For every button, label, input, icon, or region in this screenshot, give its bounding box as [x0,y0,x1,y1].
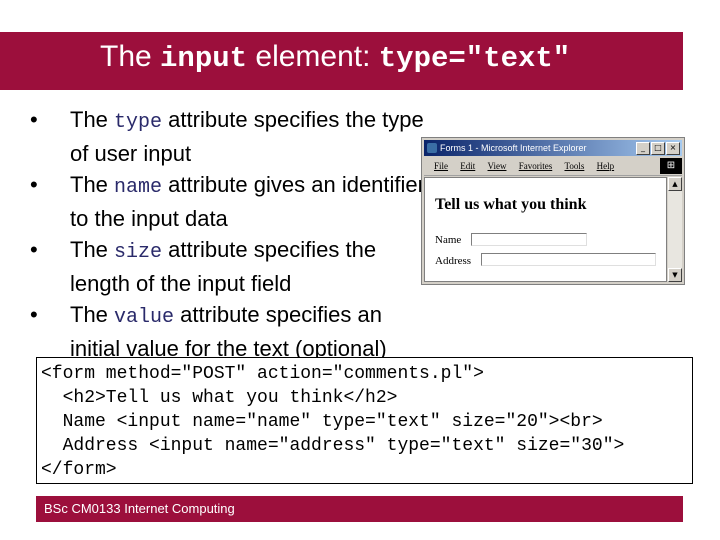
bullet-icon: • [30,172,38,197]
bullet-item: • The size attribute specifies the length… [30,234,430,299]
bullet-icon: • [30,107,38,132]
name-field[interactable] [471,233,587,246]
browser-title: Forms 1 - Microsoft Internet Explorer [440,143,587,153]
slide-title: The input element: type="text" [100,40,570,84]
bullet-text: The [70,237,115,262]
title-code-input: input [160,42,248,75]
menu-view[interactable]: View [488,161,507,171]
code-line: <form method="POST" action="comments.pl"… [41,364,484,384]
browser-titlebar: Forms 1 - Microsoft Internet Explorer _ … [424,140,682,156]
windows-logo-icon: ⊞ [660,158,682,174]
menu-help[interactable]: Help [597,161,615,171]
code-line: Name <input name="name" type="text" size… [41,412,603,432]
browser-content: Tell us what you think Name Address [424,177,667,282]
scroll-down-icon[interactable]: ▼ [668,268,682,282]
bullet-code: type [114,111,163,134]
browser-menubar: File Edit View Favorites Tools Help ⊞ [424,157,682,176]
code-line: </form> [41,460,117,480]
bullet-icon: • [30,302,38,327]
window-controls: _ □ × [636,142,680,155]
title-code-type: type="text" [378,42,571,75]
menu-favorites[interactable]: Favorites [519,161,553,171]
page-heading: Tell us what you think [435,196,587,213]
bullet-item: • The value attribute specifies an initia… [30,299,430,364]
browser-scrollbar[interactable]: ▲ ▼ [668,177,682,282]
maximize-icon[interactable]: □ [651,142,665,155]
address-field[interactable] [481,253,656,266]
menu-file[interactable]: File [434,161,448,171]
footer-text: BSc CM0133 Internet Computing [44,501,235,516]
address-label: Address [435,255,472,267]
ie-icon [427,143,437,153]
bullet-code: name [114,176,163,199]
name-label: Name [435,234,462,246]
bullet-item: • The type attribute specifies the type o… [30,104,430,169]
title-mid: element: [247,40,379,73]
bullet-text: The [70,107,115,132]
bullet-list: • The type attribute specifies the type o… [30,104,430,364]
browser-window: Forms 1 - Microsoft Internet Explorer _ … [421,137,685,285]
code-line: <h2>Tell us what you think</h2> [41,388,398,408]
bullet-code: value [114,306,175,329]
scroll-up-icon[interactable]: ▲ [668,177,682,191]
code-line: Address <input name="address" type="text… [41,436,625,456]
title-prefix: The [100,40,161,73]
bullet-code: size [114,241,163,264]
menu-tools[interactable]: Tools [564,161,584,171]
menu-edit[interactable]: Edit [460,161,475,171]
close-icon[interactable]: × [666,142,680,155]
bullet-item: • The name attribute gives an identifier … [30,169,430,234]
bullet-text: The [70,302,115,327]
bullet-text: The [70,172,115,197]
bullet-icon: • [30,237,38,262]
minimize-icon[interactable]: _ [636,142,650,155]
code-block: <form method="POST" action="comments.pl"… [36,357,693,484]
